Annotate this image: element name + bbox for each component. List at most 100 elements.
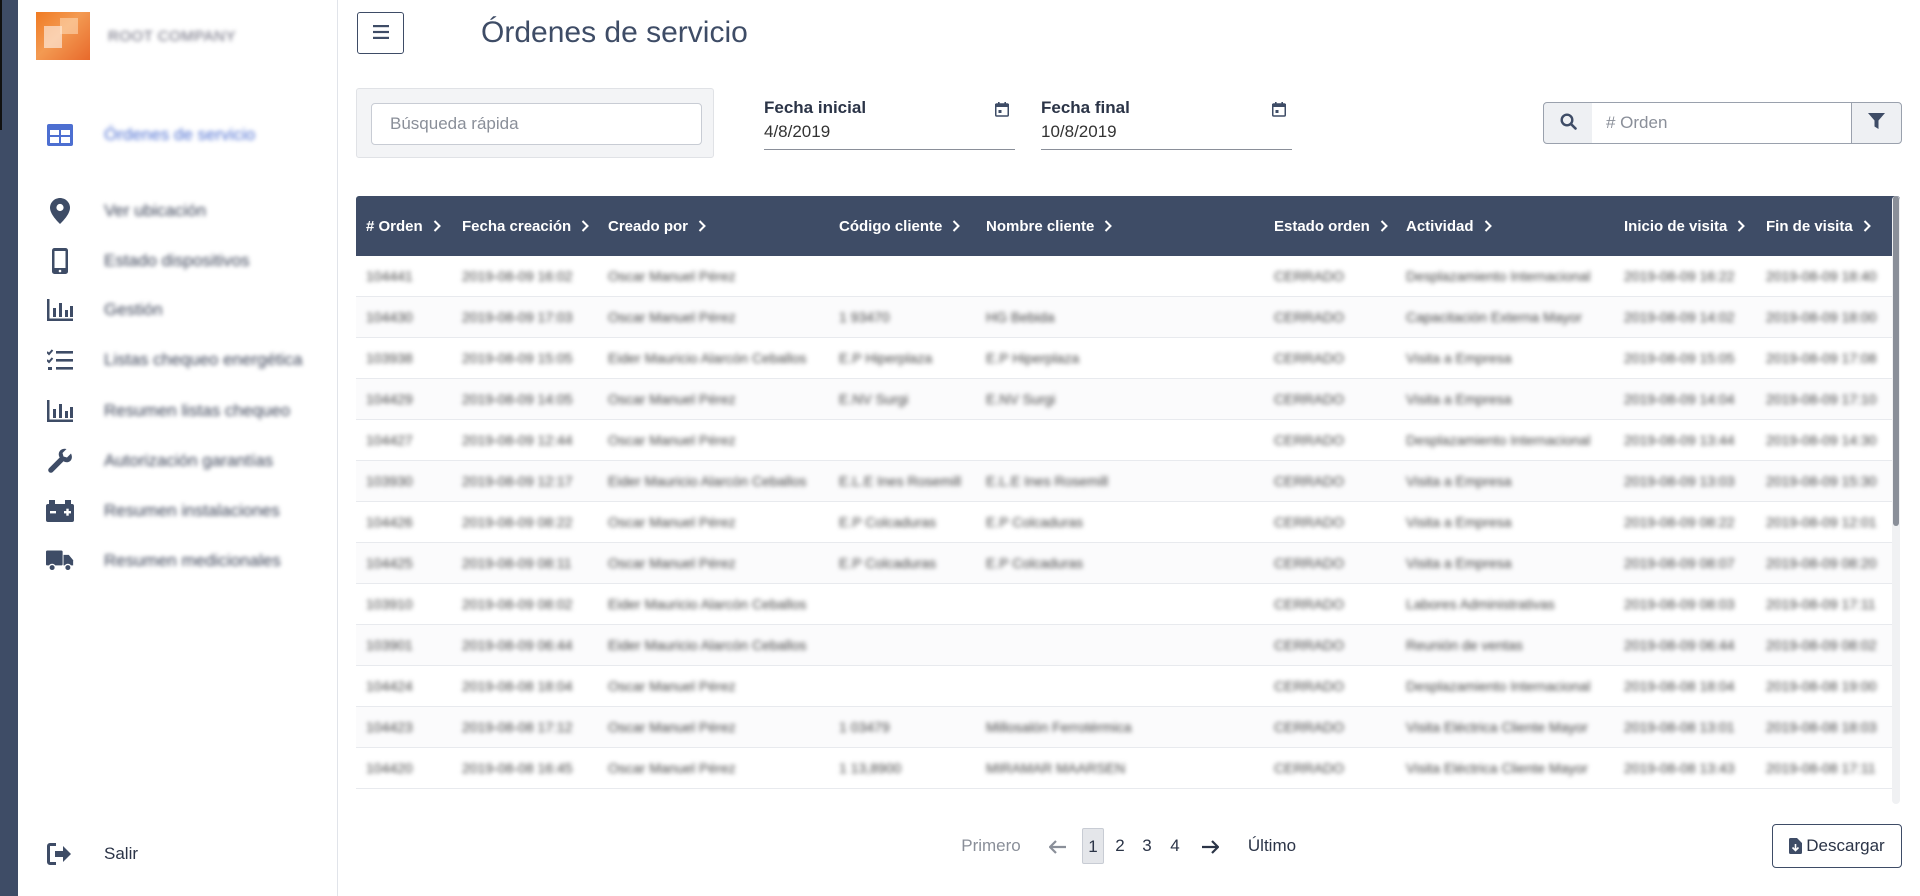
table-cell: 2019-08-08 18:03 <box>1766 719 1877 735</box>
table-cell <box>986 420 1266 461</box>
start-date-field[interactable]: Fecha inicial 4/8/2019 <box>764 98 1015 150</box>
table-cell: E.L.E Ines Rosemill <box>986 473 1109 489</box>
page-number-button[interactable]: 1 <box>1082 828 1104 864</box>
table-cell: Reunión de ventas <box>1406 637 1523 653</box>
table-cell: E.P Colcaduras <box>986 555 1084 571</box>
table-cell: 2019-08-09 08:02 <box>1766 637 1877 653</box>
table-cell: CERRADO <box>1274 678 1345 694</box>
table-cell: 2019-08-09 08:03 <box>1624 596 1735 612</box>
page-number-button[interactable]: 2 <box>1110 828 1130 864</box>
table-cell: 2019-08-09 18:40 <box>1766 268 1877 284</box>
table-row[interactable]: 104425 2019-08-09 08:11 Oscar Manuel Pérez… <box>356 543 1900 584</box>
sidebar-item-label: Órdenes de servicio <box>104 125 256 144</box>
table-cell: 104430 <box>366 309 413 325</box>
table-cell: CERRADO <box>1274 719 1345 735</box>
table-row[interactable]: 104429 2019-08-09 14:05 Oscar Manuel Pérez… <box>356 379 1900 420</box>
download-button[interactable]: Descargar <box>1772 824 1902 868</box>
logout-button[interactable]: Salir <box>18 834 338 874</box>
table-row[interactable]: 103930 2019-08-09 12:17 Eider Mauricio Ala… <box>356 461 1900 502</box>
table-cell: Oscar Manuel Pérez <box>608 555 736 571</box>
brand[interactable]: ROOT COMPANY <box>36 12 236 60</box>
table-cell: 2019-08-09 14:02 <box>1624 309 1735 325</box>
table-row[interactable]: 104441 2019-08-09 16:02 Oscar Manuel Pérez… <box>356 256 1900 297</box>
sidebar-item-listas-chequeo-energetica[interactable]: Listas chequeo energética <box>18 340 338 380</box>
calendar-icon[interactable] <box>1272 102 1286 122</box>
table-cell: 2019-08-09 17:10 <box>1766 391 1877 407</box>
sidebar-item-ordenes-de-servicio[interactable]: Órdenes de servicio <box>18 115 338 155</box>
table-row[interactable]: 103938 2019-08-09 15:05 Eider Mauricio Ala… <box>356 338 1900 379</box>
sort-chevron-right-icon <box>1380 220 1388 232</box>
table-row[interactable]: 104427 2019-08-09 12:44 Oscar Manuel Pérez… <box>356 420 1900 461</box>
brand-name: ROOT COMPANY <box>108 27 236 45</box>
page-number-button[interactable]: 4 <box>1165 828 1185 864</box>
table-header: # Orden Fecha creación Creado por Código cl… <box>356 196 1900 256</box>
sidebar-item-ver-ubicacion[interactable]: Ver ubicación <box>18 191 338 231</box>
table-row[interactable]: 103910 2019-08-09 08:02 Eider Mauricio Ala… <box>356 584 1900 625</box>
page-number-button[interactable]: 3 <box>1137 828 1157 864</box>
column-header-creado-por[interactable]: Creado por <box>608 196 706 256</box>
column-header-orden[interactable]: # Orden <box>366 196 441 256</box>
sidebar-item-estado-dispositivos[interactable]: Estado dispositivos <box>18 241 338 281</box>
sidebar-item-label: Resumen listas chequeo <box>104 401 291 420</box>
table-cell: 104420 <box>366 760 413 776</box>
next-page-button[interactable] <box>1198 828 1222 864</box>
table-row[interactable]: 104426 2019-08-09 08:22 Oscar Manuel Pérez… <box>356 502 1900 543</box>
filter-button[interactable] <box>1851 102 1902 144</box>
calendar-icon[interactable] <box>995 102 1009 122</box>
sidebar-item-resumen-listas-chequeo[interactable]: Resumen listas chequeo <box>18 391 338 431</box>
table-cell <box>839 420 979 461</box>
sort-chevron-right-icon <box>698 220 706 232</box>
sidebar-item-gestion[interactable]: Gestión <box>18 290 338 330</box>
sort-chevron-right-icon <box>1104 220 1113 232</box>
table-row[interactable]: 104430 2019-08-09 17:03 Oscar Manuel Pérez… <box>356 297 1900 338</box>
column-header-label: Inicio de visita <box>1624 217 1728 235</box>
column-header-fin-visita[interactable]: Fin de visita <box>1766 196 1871 256</box>
table-row[interactable]: 103901 2019-08-09 06:44 Eider Mauricio Ala… <box>356 625 1900 666</box>
table-cell: 104423 <box>366 719 413 735</box>
sidebar-item-resumen-instalaciones[interactable]: Resumen instalaciones <box>18 491 338 531</box>
start-date-value[interactable]: 4/8/2019 <box>764 122 830 142</box>
order-search-button[interactable] <box>1543 102 1593 144</box>
column-header-fecha-creacion[interactable]: Fecha creación <box>462 196 590 256</box>
table-cell: Visita a Empresa <box>1406 350 1512 366</box>
first-page-button[interactable]: Primero <box>958 828 1024 864</box>
table-cell: 2019-08-08 13:01 <box>1624 719 1735 735</box>
table-row[interactable]: 104420 2019-08-08 16:45 Oscar Manuel Pérez… <box>356 748 1900 789</box>
table-cell: 103930 <box>366 473 413 489</box>
quick-search-input[interactable] <box>371 103 702 145</box>
table-cell: CERRADO <box>1274 637 1345 653</box>
end-date-field[interactable]: Fecha final 10/8/2019 <box>1041 98 1292 150</box>
table-cell: 103901 <box>366 637 413 653</box>
table-cell: 2019-08-09 17:03 <box>462 309 573 325</box>
bar-chart-icon <box>46 397 74 425</box>
order-number-input[interactable] <box>1592 102 1852 144</box>
table-cell <box>986 666 1266 707</box>
bar-chart-icon <box>46 296 74 324</box>
last-page-button[interactable]: Último <box>1244 828 1300 864</box>
checklist-icon <box>46 346 74 374</box>
table-row[interactable]: 104423 2019-08-08 17:12 Oscar Manuel Pérez… <box>356 707 1900 748</box>
column-header-label: Creado por <box>608 217 689 235</box>
prev-page-button[interactable] <box>1046 828 1070 864</box>
table-cell <box>986 584 1266 625</box>
table-cell: 104429 <box>366 391 413 407</box>
sidebar-item-resumen-medicionales[interactable]: Resumen medicionales <box>18 541 338 581</box>
table-cell: 2019-08-08 13:43 <box>1624 760 1735 776</box>
sidebar: ROOT COMPANY Órdenes de servicio Ver ubi… <box>18 0 338 896</box>
menu-toggle-button[interactable] <box>357 12 404 54</box>
table-cell <box>839 256 979 297</box>
table-cell: E.P Colcaduras <box>986 514 1084 530</box>
column-header-estado-orden[interactable]: Estado orden <box>1274 196 1388 256</box>
table-row[interactable]: 104424 2019-08-08 18:04 Oscar Manuel Pérez… <box>356 666 1900 707</box>
column-header-inicio-visita[interactable]: Inicio de visita <box>1624 196 1746 256</box>
column-header-nombre-cliente[interactable]: Nombre cliente <box>986 196 1113 256</box>
search-icon <box>1559 113 1577 133</box>
sidebar-item-autorizacion-garantias[interactable]: Autorización garantías <box>18 441 338 481</box>
table-cell <box>839 625 979 666</box>
column-header-codigo-cliente[interactable]: Código cliente <box>839 196 961 256</box>
end-date-value[interactable]: 10/8/2019 <box>1041 122 1117 142</box>
column-header-actividad[interactable]: Actividad <box>1406 196 1492 256</box>
table-scrollbar-thumb[interactable] <box>1893 196 1899 526</box>
table-cell: 2019-08-08 19:00 <box>1766 678 1877 694</box>
table-cell: 2019-08-09 12:44 <box>462 432 573 448</box>
